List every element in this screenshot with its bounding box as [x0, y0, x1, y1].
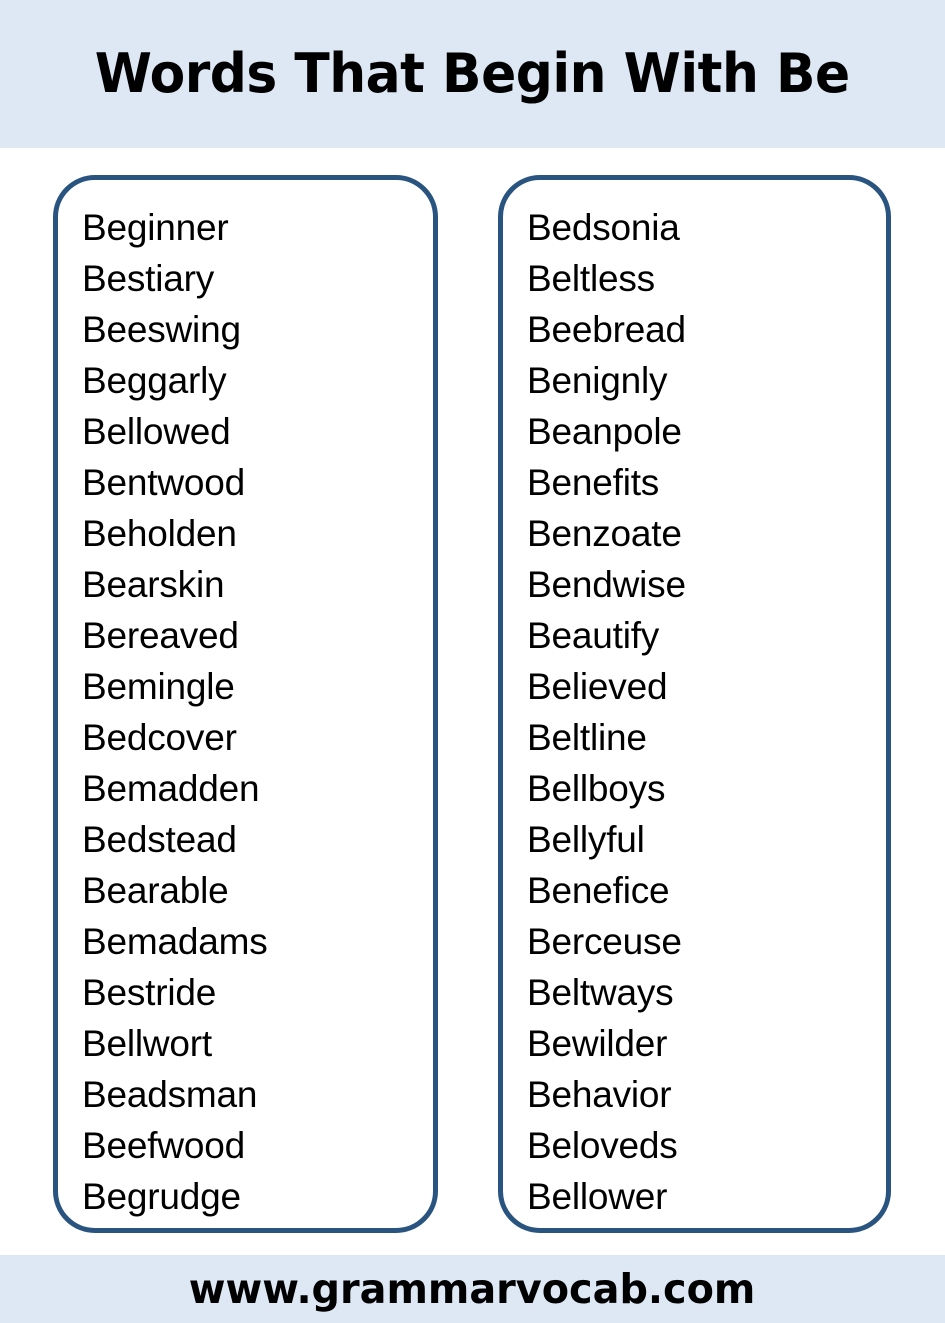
word-list-item: Benefice — [527, 870, 670, 911]
word-list-item: Bellboys — [527, 768, 666, 809]
word-box-left: Beginner Bestiary Beeswing Beggarly Bellowed… — [53, 175, 438, 1233]
word-list-item: Bewilder — [527, 1023, 668, 1064]
header-band: Words That Begin With Be — [0, 0, 945, 148]
word-list-right: Bedsonia Beltless Beebread Benignly Beanpole… — [503, 180, 886, 1222]
word-list-item: Bedsonia — [527, 207, 680, 248]
word-box-right: Bedsonia Beltless Beebread Benignly Beanpole… — [498, 175, 891, 1233]
word-list-item: Beebread — [527, 309, 686, 350]
word-list-item: Beeswing — [82, 309, 241, 350]
word-list-item: Beltways — [527, 972, 674, 1013]
word-list-item: Berceuse — [527, 921, 682, 962]
word-list-item: Bellowed — [82, 411, 231, 452]
word-list-item: Benzoate — [527, 513, 682, 554]
word-list-item: Bestiary — [82, 258, 215, 299]
word-lists-container: Beginner Bestiary Beeswing Beggarly Bellowed… — [0, 148, 945, 1255]
word-list-item: Bendwise — [527, 564, 686, 605]
word-list-item: Bellyful — [527, 819, 645, 860]
word-list-item: Bemingle — [82, 666, 235, 707]
word-list-item: Bearable — [82, 870, 229, 911]
word-list-item: Begrudge — [82, 1176, 241, 1217]
word-list-item: Bentwood — [82, 462, 245, 503]
word-list-item: Bedcover — [82, 717, 237, 758]
word-list-item: Beloveds — [527, 1125, 678, 1166]
word-list-item: Bearskin — [82, 564, 225, 605]
word-list-item: Behavior — [527, 1074, 672, 1115]
word-list-item: Beanpole — [527, 411, 682, 452]
word-list-item: Benignly — [527, 360, 668, 401]
word-list-item: Beltless — [527, 258, 655, 299]
word-list-item: Benefits — [527, 462, 660, 503]
word-list-item: Bedstead — [82, 819, 237, 860]
word-list-item: Bemadden — [82, 768, 260, 809]
word-list-item: Bemadams — [82, 921, 268, 962]
word-list-item: Beltline — [527, 717, 647, 758]
word-list-item: Beefwood — [82, 1125, 245, 1166]
word-list-item: Beholden — [82, 513, 237, 554]
word-list-left: Beginner Bestiary Beeswing Beggarly Bellowed… — [58, 180, 433, 1222]
word-list-item: Beadsman — [82, 1074, 258, 1115]
page-title: Words That Begin With Be — [95, 42, 850, 105]
word-list-item: Believed — [527, 666, 668, 707]
word-list-item: Beginner — [82, 207, 229, 248]
website-url: www.grammarvocab.com — [189, 1264, 756, 1313]
word-list-item: Bellower — [527, 1176, 668, 1217]
word-list-item: Bellwort — [82, 1023, 212, 1064]
footer-band: www.grammarvocab.com — [0, 1255, 945, 1323]
word-list-item: Beautify — [527, 615, 660, 656]
word-list-item: Bestride — [82, 972, 217, 1013]
word-list-item: Beggarly — [82, 360, 227, 401]
word-list-item: Bereaved — [82, 615, 239, 656]
